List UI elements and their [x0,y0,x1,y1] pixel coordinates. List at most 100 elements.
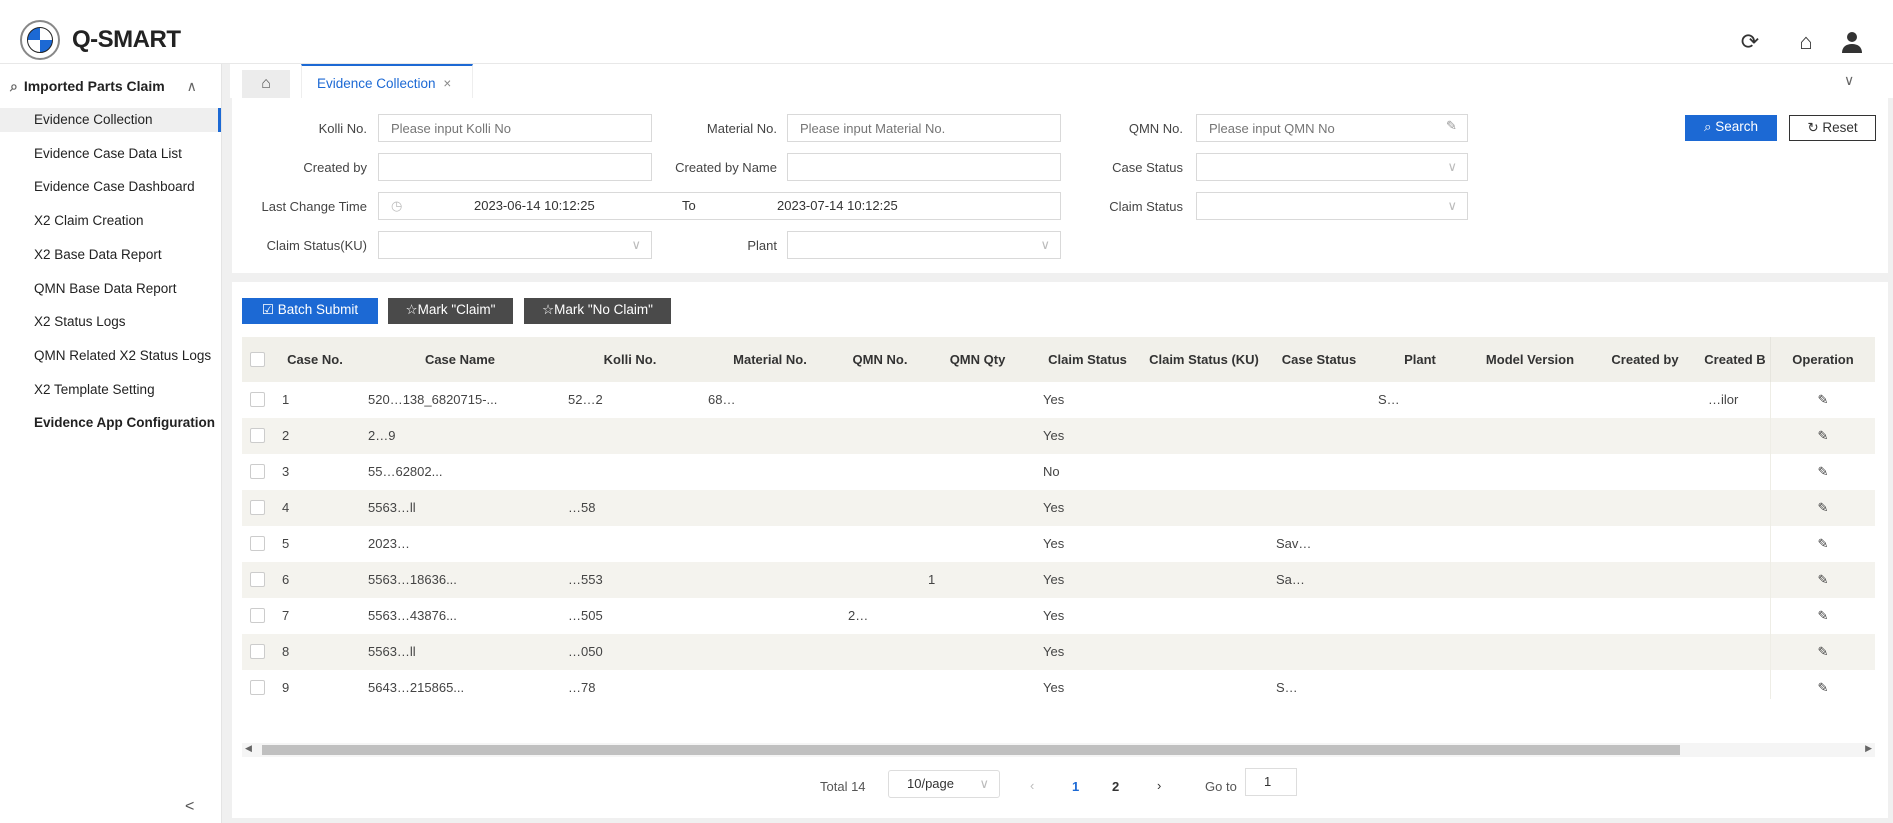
column-header[interactable]: Material No. [700,337,840,382]
search-button[interactable]: ⌕ Search [1685,115,1777,141]
column-header[interactable]: Claim Status (KU) [1140,337,1268,382]
column-header[interactable]: Case No. [270,337,360,382]
batch-submit-button[interactable]: ☑ Batch Submit [242,298,378,324]
sidebar-item-evidence-app-configuration[interactable]: Evidence App Configuration [0,411,221,435]
home-icon[interactable]: ⌂ [1794,30,1818,54]
table-cell: 7 [282,608,290,623]
claim-status-ku-select[interactable]: ∨ [378,231,652,259]
table-cell [1598,670,1698,699]
refresh-icon[interactable]: ⟳ [1738,30,1762,54]
sidebar-item-x2-template-setting[interactable]: X2 Template Setting [0,378,221,402]
scrollbar-thumb[interactable] [262,745,1680,755]
mark-no-claim-button[interactable]: ☆Mark "No Claim" [524,298,671,324]
plant-label: Plant [747,238,777,253]
edit-icon[interactable]: ✎ [1770,562,1875,598]
prev-page-button[interactable]: ‹ [1030,778,1034,793]
edit-icon[interactable]: ✎ [1770,454,1875,490]
claim-status-select[interactable]: ∨ [1196,192,1468,220]
row-checkbox[interactable] [250,608,265,623]
edit-icon[interactable]: ✎ [1770,418,1875,454]
row-checkbox[interactable] [250,644,265,659]
table-cell [1478,454,1588,490]
table-cell [1478,418,1588,454]
table-cell: 8 [282,644,290,659]
filter-panel: Kolli No. Material No. QMN No. ✎ ⌕ Searc… [232,98,1888,273]
column-header[interactable]: Plant [1370,337,1470,382]
sidebar-item-evidence-collection[interactable]: Evidence Collection [0,108,221,132]
tab-home[interactable]: ⌂ [242,70,290,98]
column-header[interactable]: QMN No. [840,337,920,382]
edit-icon[interactable]: ✎ [1770,634,1875,670]
select-all-checkbox[interactable] [250,352,265,367]
table-row: 4 5563…ll …58 Yes ✎ [242,490,1875,526]
column-header[interactable]: QMN Qty [920,337,1035,382]
horizontal-scrollbar[interactable]: ◀ ▶ [242,743,1875,757]
edit-icon[interactable]: ✎ [1770,382,1875,418]
reset-button[interactable]: ↻ Reset [1789,115,1876,141]
star-icon: ☆ [542,302,555,317]
sidebar-item-qmn-related-x2-status-logs[interactable]: QMN Related X2 Status Logs [0,344,221,368]
row-checkbox[interactable] [250,572,265,587]
column-header[interactable]: Case Name [360,337,560,382]
edit-icon[interactable]: ✎ [1770,670,1875,699]
row-checkbox[interactable] [250,500,265,515]
edit-icon[interactable]: ✎ [1446,118,1457,134]
sidebar-item-qmn-base-data-report[interactable]: QMN Base Data Report [0,277,221,301]
table-cell: 68… [708,392,736,407]
edit-icon[interactable]: ✎ [1770,526,1875,562]
close-icon[interactable]: × [443,76,451,91]
table-cell [1598,454,1698,490]
column-header[interactable]: Case Status [1268,337,1370,382]
sidebar-group-imported-parts-claim[interactable]: ⌕ Imported Parts Claim ∧ [10,78,197,95]
table-cell [848,418,918,454]
mark-claim-button[interactable]: ☆Mark "Claim" [388,298,513,324]
table-cell [1378,490,1468,526]
date-range-picker[interactable]: ◷ 2023-06-14 10:12:25 To 2023-07-14 10:1… [378,192,1061,220]
row-checkbox[interactable] [250,392,265,407]
pagination: Total 14 10/page ∨ ‹ 1 2 › Go to 1 [232,767,1888,807]
column-header[interactable]: Created by [1590,337,1700,382]
edit-icon[interactable]: ✎ [1770,598,1875,634]
table-cell [1276,598,1368,634]
case-status-select[interactable]: ∨ [1196,153,1468,181]
material-input[interactable] [787,114,1061,142]
collapse-sidebar-button[interactable]: < [185,798,194,816]
sidebar-item-x2-status-logs[interactable]: X2 Status Logs [0,310,221,334]
created-by-name-input[interactable] [787,153,1061,181]
page-1[interactable]: 1 [1072,779,1079,794]
column-header[interactable]: Operation [1770,337,1875,382]
qmn-input[interactable] [1196,114,1468,142]
column-header[interactable]: Created B [1700,337,1770,382]
next-page-button[interactable]: › [1157,778,1161,793]
column-header[interactable]: Claim Status [1035,337,1140,382]
table-cell [708,418,838,454]
table-cell: …78 [568,680,596,695]
tab-evidence-collection[interactable]: Evidence Collection × [301,64,473,98]
edit-icon[interactable]: ✎ [1770,490,1875,526]
row-checkbox[interactable] [250,680,265,695]
kolli-input[interactable] [378,114,652,142]
table-cell [1708,634,1768,670]
table-cell: 1 [928,572,936,587]
column-header[interactable]: Kolli No. [560,337,700,382]
sidebar-item-x2-claim-creation[interactable]: X2 Claim Creation [0,209,221,233]
plant-select[interactable]: ∨ [787,231,1061,259]
table-cell [1148,598,1266,634]
page-2[interactable]: 2 [1112,779,1119,794]
goto-input[interactable]: 1 [1245,768,1297,796]
row-checkbox[interactable] [250,464,265,479]
chevron-down-icon[interactable]: ∨ [1844,72,1854,89]
column-header[interactable]: Model Version [1470,337,1590,382]
row-checkbox[interactable] [250,428,265,443]
sidebar-item-x2-base-data-report[interactable]: X2 Base Data Report [0,243,221,267]
table-cell: 2… [848,608,869,623]
table-cell [1598,598,1698,634]
sidebar-item-evidence-case-data-list[interactable]: Evidence Case Data List [0,142,221,166]
user-icon[interactable] [1840,30,1864,54]
page-size-select[interactable]: 10/page ∨ [888,770,1000,798]
row-checkbox[interactable] [250,536,265,551]
created-by-input[interactable] [378,153,652,181]
goto-label: Go to [1205,779,1237,794]
sidebar-item-evidence-case-dashboard[interactable]: Evidence Case Dashboard [0,175,221,199]
table-cell [1708,418,1768,454]
